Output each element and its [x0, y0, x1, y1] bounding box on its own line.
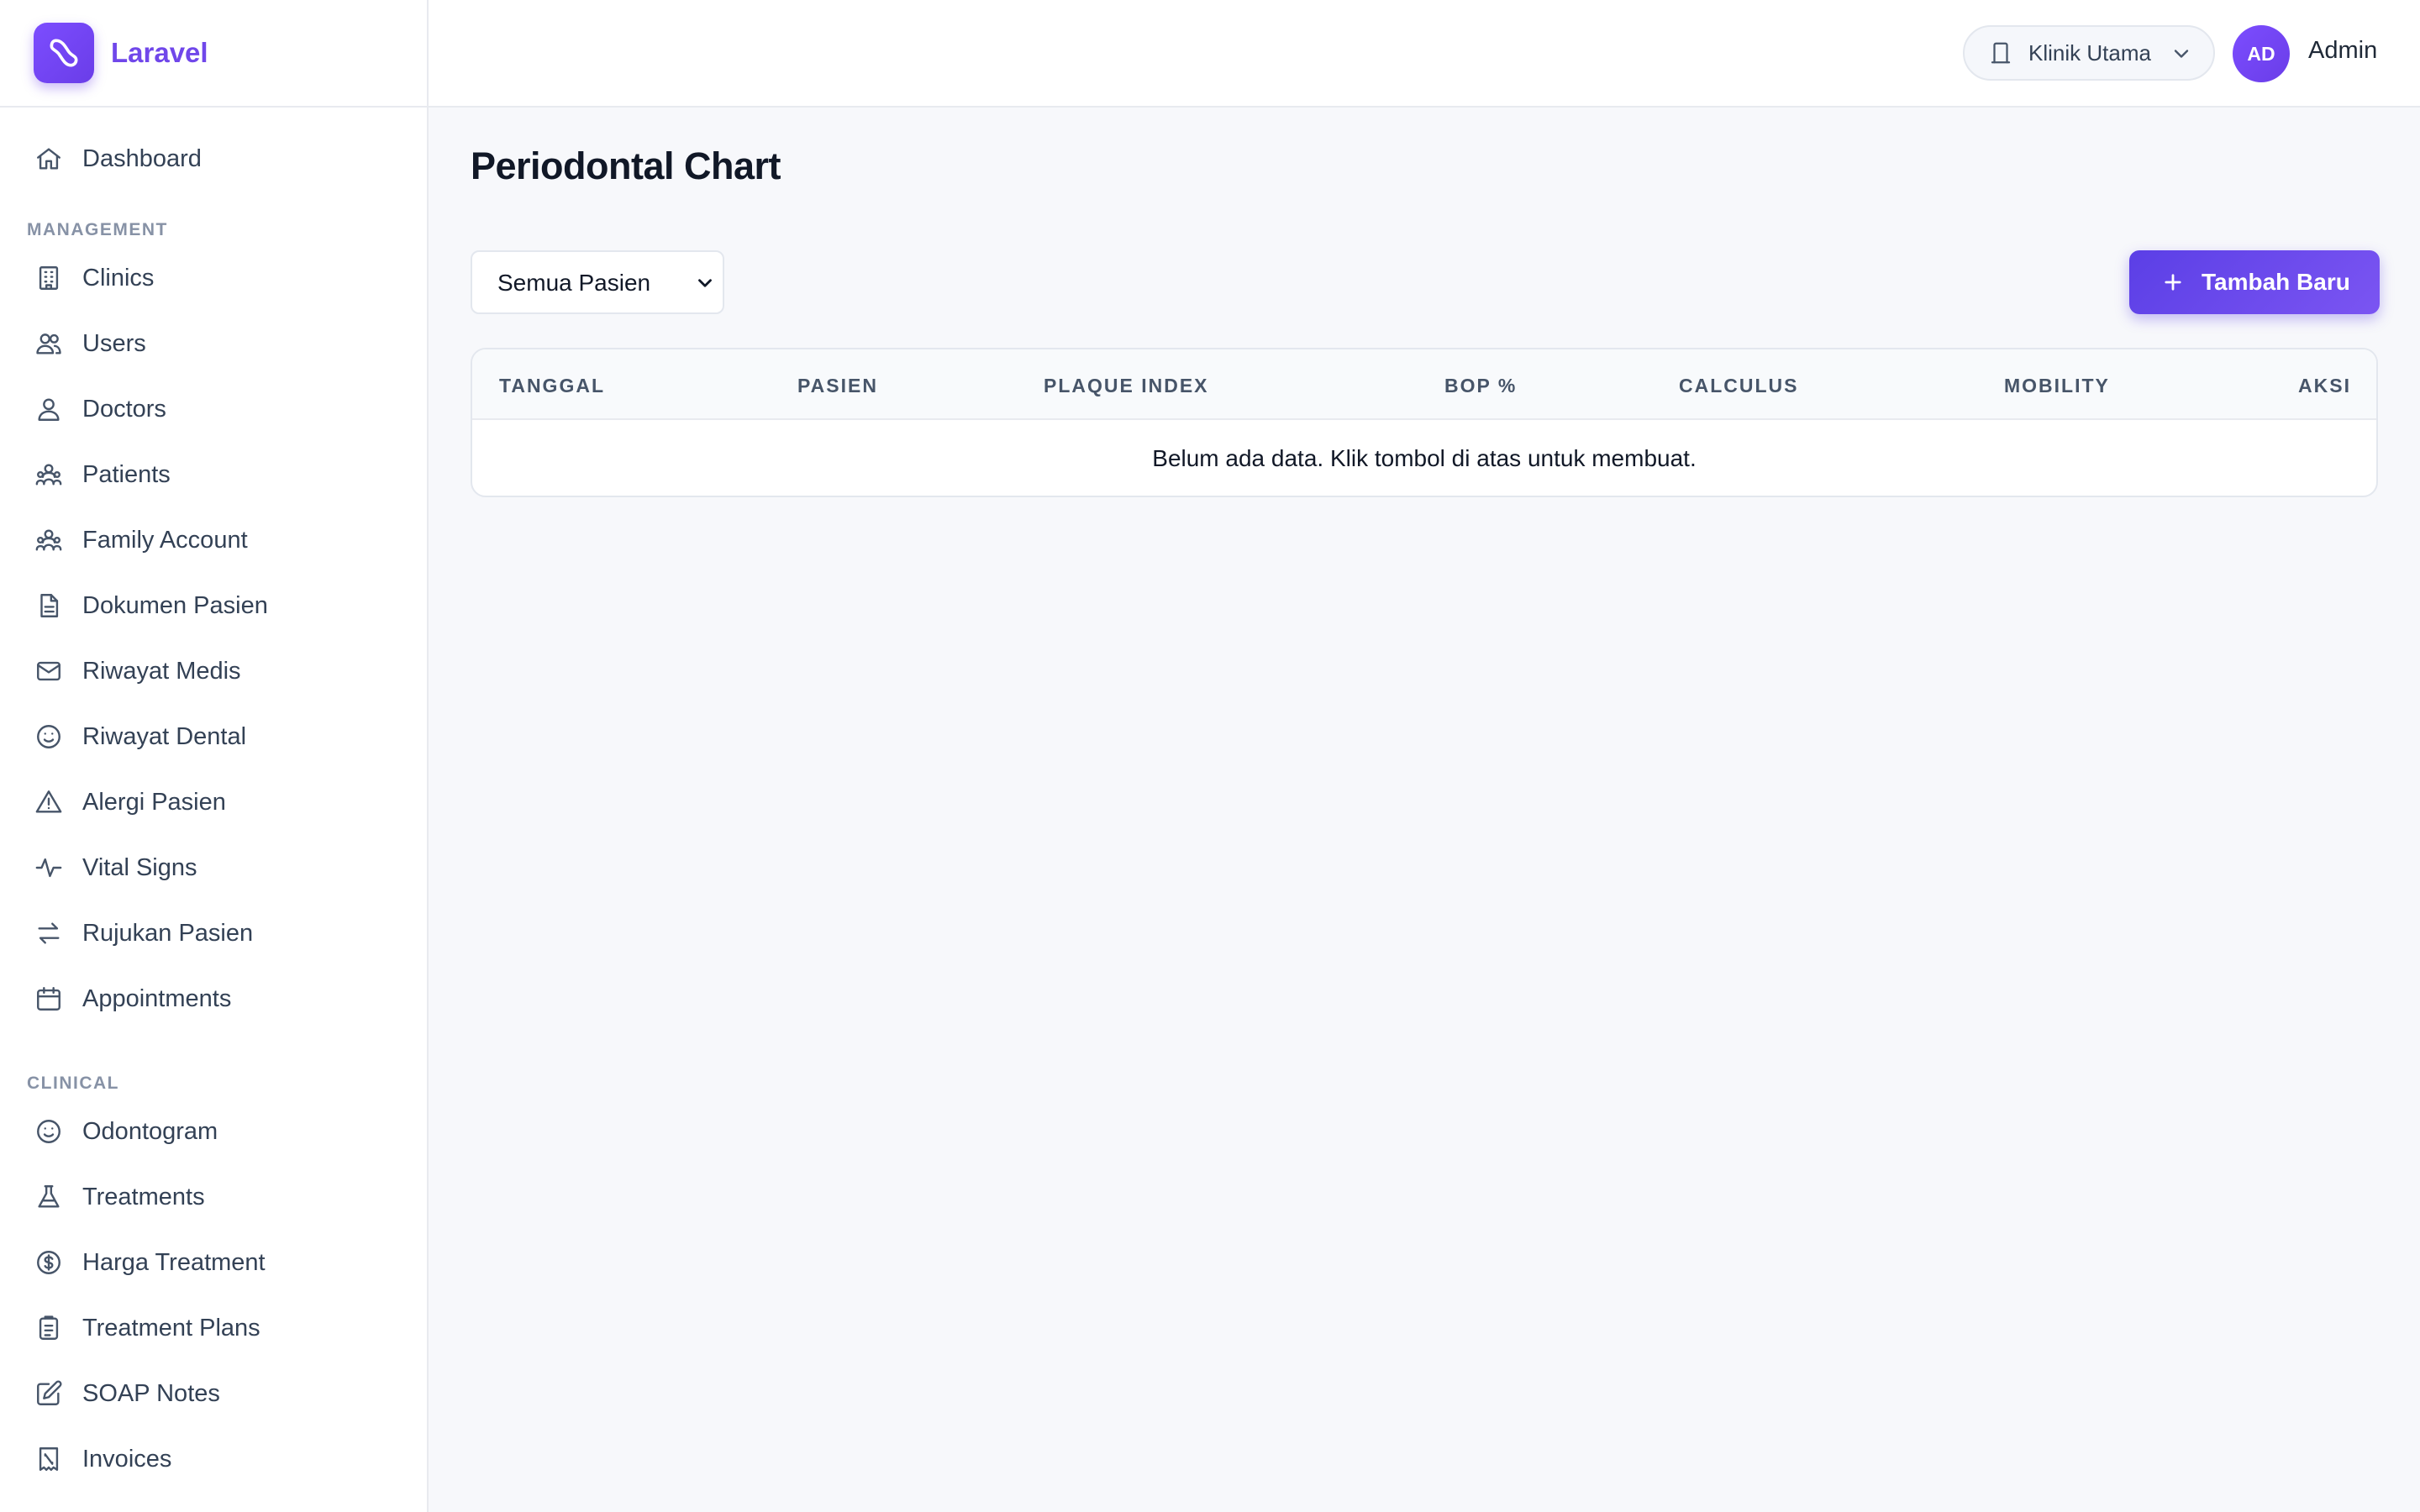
column-header-plaque-index[interactable]: PLAQUE INDEX [1044, 375, 1209, 397]
sidebar-section-management: MANAGEMENT [27, 220, 168, 239]
sidebar-item-clinics[interactable]: Clinics [0, 245, 427, 311]
empty-state-message: Belum ada data. Klik tombol di atas untu… [1152, 445, 1697, 471]
sidebar-item-label: Riwayat Dental [82, 722, 247, 750]
dollar-circle-icon [34, 1247, 64, 1278]
sidebar-item-harga-treatment[interactable]: Harga Treatment [0, 1230, 427, 1295]
column-header-aksi: AKSI [2298, 375, 2351, 396]
sidebar-item-label: Patients [82, 460, 171, 488]
sidebar-item-doctors[interactable]: Doctors [0, 376, 427, 442]
smiley-icon [34, 722, 64, 752]
receipt-icon [34, 1444, 64, 1474]
building-icon [1991, 42, 2011, 64]
sidebar-item-riwayat-dental[interactable]: Riwayat Dental [0, 704, 427, 769]
page-title: Periodontal Chart [471, 144, 781, 187]
sidebar-item-label: SOAP Notes [82, 1379, 220, 1407]
sidebar-item-label: Doctors [82, 395, 166, 423]
sidebar: Laravel Dashboard MANAGEMENT Clinics Users D… [0, 0, 429, 1512]
user-icon [34, 394, 64, 424]
sidebar-item-soap-notes[interactable]: SOAP Notes [0, 1361, 427, 1426]
smiley-icon [34, 1116, 64, 1147]
column-header-bop[interactable]: BOP % [1444, 375, 1517, 397]
sidebar-item-label: Treatment Plans [82, 1314, 260, 1341]
arrows-exchange-icon [34, 918, 64, 948]
avatar[interactable]: AD [2233, 25, 2290, 82]
sidebar-item-label: Clinics [82, 264, 155, 291]
sidebar-item-label: Users [82, 329, 146, 357]
main-content: Periodontal Chart Semua Pasien Tambah Ba… [429, 108, 2420, 1512]
sidebar-item-odontogram[interactable]: Odontogram [0, 1099, 427, 1164]
column-header-pasien[interactable]: PASIEN [797, 375, 878, 397]
add-new-button[interactable]: Tambah Baru [2129, 250, 2380, 314]
sidebar-nav: Dashboard MANAGEMENT Clinics Users Doctors Pa… [0, 108, 427, 1492]
pulse-icon [34, 853, 64, 883]
sidebar-item-label: Alergi Pasien [82, 788, 226, 816]
sidebar-item-vital-signs[interactable]: Vital Signs [0, 835, 427, 900]
clipboard-icon [34, 1313, 64, 1343]
app-root: Laravel Dashboard MANAGEMENT Clinics Users D… [0, 0, 2420, 1512]
calendar-icon [34, 984, 64, 1014]
sidebar-item-family-account[interactable]: Family Account [0, 507, 427, 573]
sidebar-item-dokumen-pasien[interactable]: Dokumen Pasien [0, 573, 427, 638]
sidebar-item-label: Odontogram [82, 1117, 218, 1145]
plus-icon [2165, 274, 2181, 291]
envelope-icon [34, 656, 64, 686]
sidebar-section-clinical: CLINICAL [27, 1074, 119, 1093]
table-header: TANGGAL PASIEN PLAQUE INDEX BOP % CALCUL… [472, 349, 2376, 420]
sidebar-item-label: Rujukan Pasien [82, 919, 254, 947]
sidebar-item-rujukan-pasien[interactable]: Rujukan Pasien [0, 900, 427, 966]
building-icon [34, 263, 64, 293]
sidebar-item-label: Riwayat Medis [82, 657, 241, 685]
sidebar-item-label: Dokumen Pasien [82, 591, 268, 619]
sidebar-item-label: Harga Treatment [82, 1248, 266, 1276]
warning-icon [34, 787, 64, 817]
patient-filter-select[interactable]: Semua Pasien [471, 250, 724, 314]
sidebar-item-label: Vital Signs [82, 853, 197, 881]
sidebar-item-label: Appointments [82, 984, 232, 1012]
sidebar-item-users[interactable]: Users [0, 311, 427, 376]
sidebar-item-label: Treatments [82, 1183, 205, 1210]
brand-name: Laravel [111, 37, 208, 68]
user-group-icon [34, 459, 64, 490]
users-icon [34, 328, 64, 359]
sidebar-item-treatments[interactable]: Treatments [0, 1164, 427, 1230]
sidebar-item-label: Dashboard [82, 144, 202, 172]
sidebar-item-label: Family Account [82, 526, 248, 554]
pencil-square-icon [34, 1378, 64, 1409]
topbar: Klinik Utama AD Admin [429, 0, 2420, 108]
document-icon [34, 591, 64, 621]
logo-icon [34, 23, 94, 83]
sidebar-item-alergi-pasien[interactable]: Alergi Pasien [0, 769, 427, 835]
column-header-calculus[interactable]: CALCULUS [1679, 375, 1799, 397]
user-name[interactable]: Admin [2308, 37, 2377, 65]
sidebar-item-label: Invoices [82, 1445, 172, 1473]
column-header-tanggal[interactable]: TANGGAL [499, 375, 605, 397]
sidebar-item-riwayat-medis[interactable]: Riwayat Medis [0, 638, 427, 704]
sidebar-item-appointments[interactable]: Appointments [0, 966, 427, 1032]
periodontal-table: TANGGAL PASIEN PLAQUE INDEX BOP % CALCUL… [471, 348, 2378, 497]
sidebar-item-dashboard[interactable]: Dashboard [0, 126, 427, 192]
home-icon [34, 144, 64, 174]
sidebar-item-treatment-plans[interactable]: Treatment Plans [0, 1295, 427, 1361]
beaker-icon [34, 1182, 64, 1212]
clinic-selector-label: Klinik Utama [2028, 39, 2151, 66]
user-group-icon [34, 525, 64, 555]
column-header-mobility[interactable]: MOBILITY [2004, 375, 2110, 397]
chevron-down-icon [2174, 50, 2189, 58]
add-new-button-label: Tambah Baru [2202, 269, 2350, 295]
clinic-selector[interactable]: Klinik Utama [1963, 25, 2215, 81]
sidebar-item-patients[interactable]: Patients [0, 442, 427, 507]
sidebar-item-invoices[interactable]: Invoices [0, 1426, 427, 1492]
brand[interactable]: Laravel [0, 0, 427, 108]
